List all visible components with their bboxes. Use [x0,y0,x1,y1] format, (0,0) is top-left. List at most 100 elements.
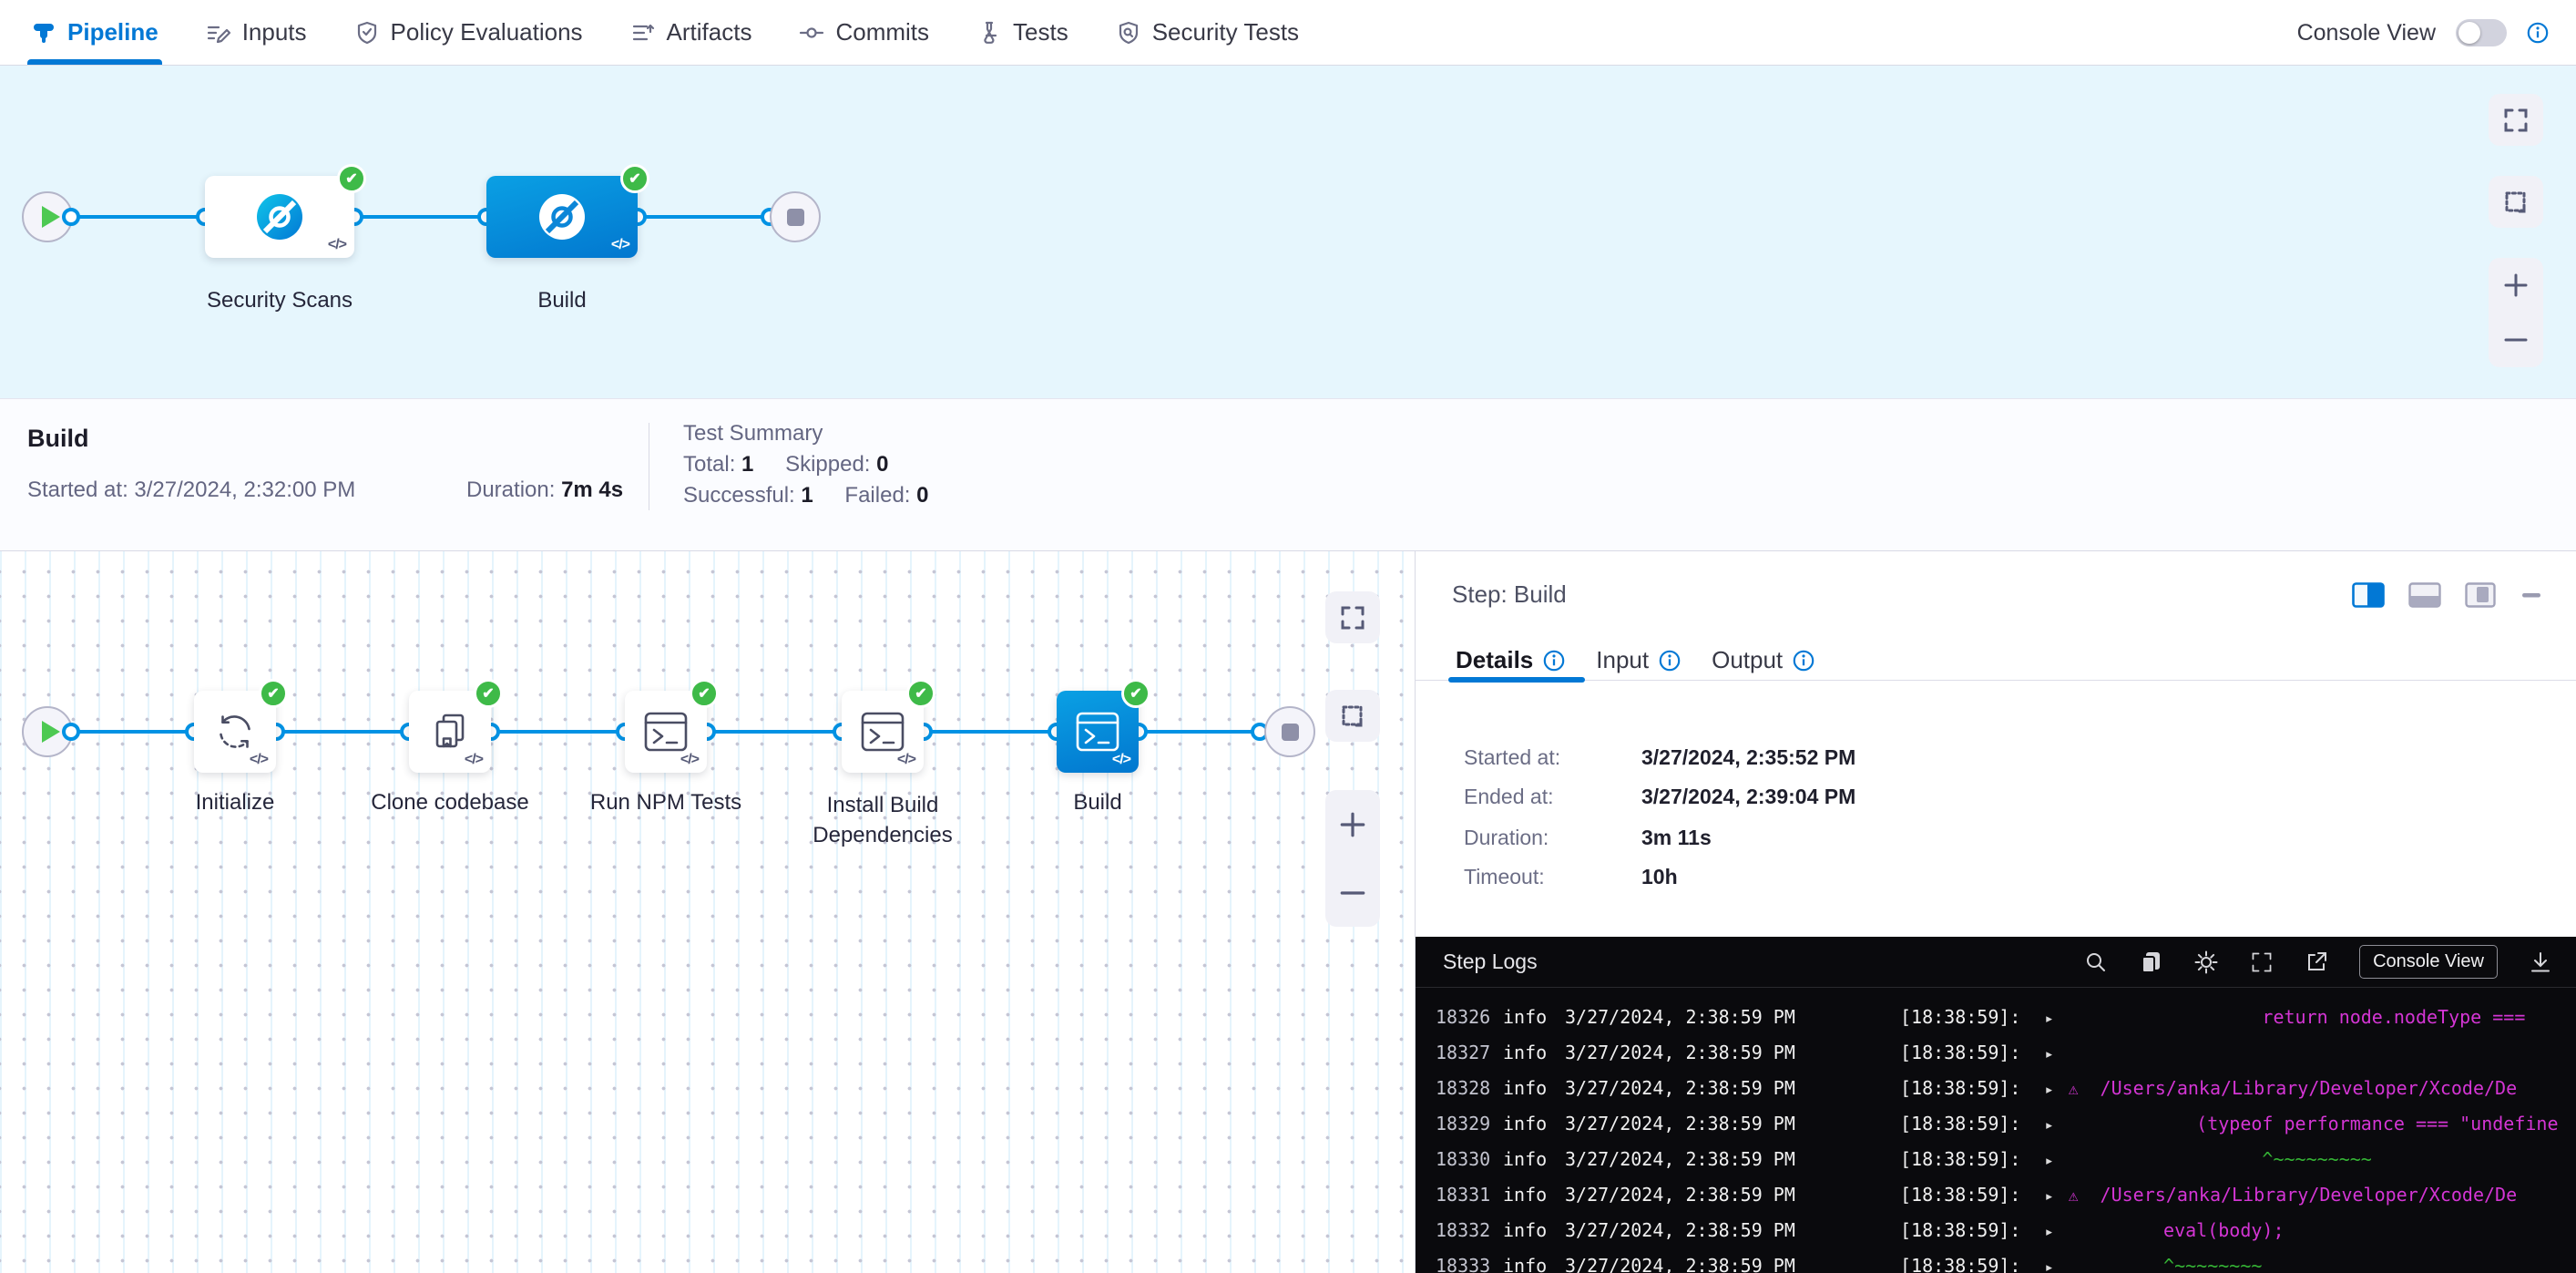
marquee-select-icon [1339,703,1366,730]
expand-caret-icon[interactable]: ▸ [2044,1216,2053,1249]
stage-summary: Build Started at: 3/27/2024, 2:32:00 PM … [0,398,2576,551]
total-label: Total: [683,452,735,477]
tab-security-tests[interactable]: Security Tests [1116,0,1299,65]
code-template-icon: </> [897,752,915,768]
detail-label: Timeout: [1464,865,1545,889]
terminal-icon [644,712,688,752]
expand-caret-icon[interactable]: ▸ [2044,1145,2053,1178]
expand-caret-icon[interactable]: ▸ [2044,1038,2053,1072]
info-icon[interactable] [1793,650,1814,672]
fullscreen-icon [1339,604,1366,631]
layout-split-horizontal-icon[interactable] [2408,582,2441,608]
tab-input[interactable]: Input [1596,646,1681,674]
expand-logs-button[interactable] [2250,950,2274,974]
code-template-icon: </> [465,752,483,768]
step-graph-canvas: </> ✔ </> ✔ [0,551,1415,1273]
info-icon[interactable] [1543,650,1565,672]
console-view-button[interactable]: Console View [2359,945,2498,979]
tab-label: Inputs [242,18,307,46]
info-icon[interactable] [1659,650,1681,672]
successful-label: Successful: [683,483,795,508]
zoom-in-button[interactable] [1325,790,1380,858]
panel-layout-controls [2352,582,2543,608]
check-icon: ✔ [915,684,926,703]
expand-caret-icon[interactable]: ▸ [2044,1251,2053,1273]
log-time: [18:38:59]: [1900,1036,2020,1070]
check-icon: ✔ [267,684,279,703]
download-icon [2529,950,2552,974]
expand-caret-icon[interactable]: ▸ [2044,1180,2053,1214]
ci-stage-icon [254,191,305,242]
success-badge: ✔ [620,164,649,193]
stage-card-security-scans[interactable]: </> ✔ [205,176,354,258]
zoom-in-button[interactable] [2489,258,2543,313]
layout-floating-icon[interactable] [2465,582,2496,608]
log-line: 18328 info 3/27/2024, 2:38:59 PM [18:38:… [1436,1072,2576,1107]
step-card-build[interactable]: </> ✔ [1057,691,1139,773]
log-date: 3/27/2024, 2:38:59 PM [1565,1143,1793,1176]
skipped-label: Skipped: [785,452,870,477]
log-date: 3/27/2024, 2:38:59 PM [1565,1178,1793,1212]
tab-tests[interactable]: Tests [976,0,1068,65]
plus-icon [1338,810,1367,839]
log-time: [18:38:59]: [1900,1249,2020,1273]
download-logs-button[interactable] [2529,950,2552,974]
expand-caret-icon[interactable]: ▸ [2044,1002,2053,1036]
tab-label: Artifacts [667,18,752,46]
external-link-icon [2305,950,2328,974]
tab-commits[interactable]: Commits [799,0,929,65]
step-card-clone-codebase[interactable]: </> ✔ [409,691,491,773]
log-time: [18:38:59]: [1900,1214,2020,1247]
stop-icon [787,209,804,226]
detail-value: 3m 11s [1641,826,1712,850]
layout-split-vertical-icon[interactable] [2352,582,2385,608]
log-settings-button[interactable] [2193,950,2219,975]
log-date: 3/27/2024, 2:38:59 PM [1565,1001,1793,1034]
tab-label: Policy Evaluations [391,18,583,46]
ci-stage-icon [537,191,588,242]
log-line: 18326 info 3/27/2024, 2:38:59 PM [18:38:… [1436,1001,2576,1036]
log-date: 3/27/2024, 2:38:59 PM [1565,1249,1793,1273]
step-card-run-npm-tests[interactable]: </> ✔ [625,691,707,773]
expand-caret-icon[interactable]: ▸ [2044,1109,2053,1143]
step-details-panel: Step: Build [1415,551,2576,1273]
tab-details[interactable]: Details [1456,646,1565,674]
tab-output[interactable]: Output [1712,646,1814,674]
zoom-out-button[interactable] [2489,313,2543,367]
stop-icon [1282,724,1299,741]
fullscreen-button[interactable] [2489,94,2543,146]
step-card-initialize[interactable]: </> ✔ [194,691,276,773]
minimize-panel-icon[interactable] [2520,582,2543,608]
log-line: 18333 info 3/27/2024, 2:38:59 PM [18:38:… [1436,1249,2576,1273]
expand-caret-icon[interactable]: ▸ [2044,1073,2053,1107]
log-line: 18330 info 3/27/2024, 2:38:59 PM [18:38:… [1436,1143,2576,1178]
tab-pipeline[interactable]: Pipeline [31,0,158,65]
stage-card-build[interactable]: </> ✔ [486,176,638,258]
copy-logs-button[interactable] [2139,950,2162,974]
detail-label: Duration: [1464,826,1549,850]
fullscreen-icon [2502,107,2530,134]
console-view-toggle[interactable] [2456,19,2507,46]
zoom-out-button[interactable] [1325,858,1380,927]
search-logs-button[interactable] [2084,950,2108,974]
marquee-select-button[interactable] [2489,176,2543,228]
port [62,723,80,741]
log-message: ^~~~~~~~~ [2076,1249,2263,1273]
tab-artifacts[interactable]: Artifacts [630,0,752,65]
failed-value: 0 [916,483,928,508]
info-icon[interactable] [2527,22,2549,44]
tab-label: Output [1712,646,1783,674]
tab-label: Commits [835,18,929,46]
fullscreen-button[interactable] [1325,591,1380,643]
tab-inputs[interactable]: Inputs [206,0,307,65]
marquee-select-button[interactable] [1325,690,1380,742]
successful-value: 1 [801,483,813,508]
clone-icon [428,710,472,754]
check-icon: ✔ [345,169,357,188]
open-logs-new-tab-button[interactable] [2305,950,2328,974]
tab-policy-evaluations[interactable]: Policy Evaluations [354,0,583,65]
log-line-number: 18333 [1436,1249,1492,1273]
tab-label: Tests [1013,18,1068,46]
step-card-install-build-dependencies[interactable]: </> ✔ [842,691,924,773]
detail-value: 3/27/2024, 2:39:04 PM [1641,785,1855,809]
